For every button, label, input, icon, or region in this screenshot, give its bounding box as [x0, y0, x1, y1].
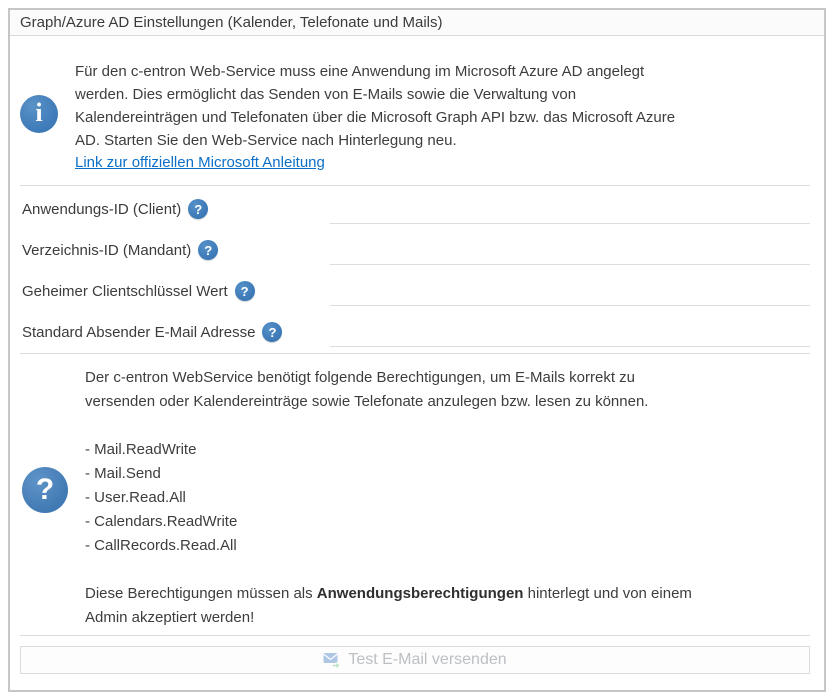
permissions-intro-line: Der c-entron WebService benötigt folgend… — [85, 366, 692, 390]
field-row: Verzeichnis-ID (Mandant) ? — [20, 234, 812, 275]
azure-settings-panel: Graph/Azure AD Einstellungen (Kalender, … — [8, 8, 826, 692]
field-label: Geheimer Clientschlüssel Wert — [22, 283, 228, 300]
field-label: Verzeichnis-ID (Mandant) — [22, 242, 191, 259]
info-icon: i — [20, 95, 58, 133]
field-row: Anwendungs-ID (Client) ? — [20, 193, 812, 234]
test-email-button[interactable]: Test E-Mail versenden — [20, 646, 810, 674]
help-icon[interactable]: ? — [235, 281, 255, 301]
panel-title: Graph/Azure AD Einstellungen (Kalender, … — [20, 14, 442, 31]
field-input[interactable] — [330, 243, 810, 265]
panel-header: Graph/Azure AD Einstellungen (Kalender, … — [10, 10, 824, 36]
question-icon: ? — [22, 467, 68, 513]
info-text-line: werden. Dies ermöglicht das Senden von E… — [75, 83, 675, 106]
form-fields: Anwendungs-ID (Client) ? Verzeichnis-ID … — [20, 193, 812, 357]
info-text-line: Kalendereinträgen und Telefonaten über d… — [75, 106, 675, 129]
field-label-group: Verzeichnis-ID (Mandant) ? — [22, 240, 218, 260]
note-text: hinterlegt und von einem — [523, 585, 691, 602]
permission-item: - Calendars.ReadWrite — [85, 510, 692, 534]
help-icon[interactable]: ? — [262, 322, 282, 342]
note-text: Diese Berechtigungen müssen als — [85, 585, 317, 602]
permissions-intro-line: versenden oder Kalendereinträge sowie Te… — [85, 390, 692, 414]
permission-item: - User.Read.All — [85, 486, 692, 510]
permission-item: - Mail.ReadWrite — [85, 438, 692, 462]
permissions-block: Der c-entron WebService benötigt folgend… — [85, 366, 692, 630]
field-row: Geheimer Clientschlüssel Wert ? — [20, 275, 812, 316]
help-icon[interactable]: ? — [188, 199, 208, 219]
field-input[interactable] — [330, 325, 810, 347]
microsoft-guide-link[interactable]: Link zur offiziellen Microsoft Anleitung — [75, 154, 325, 171]
info-text-line: AD. Starten Sie den Web-Service nach Hin… — [75, 129, 675, 152]
help-icon[interactable]: ? — [198, 240, 218, 260]
field-label: Standard Absender E-Mail Adresse — [22, 324, 255, 341]
field-label: Anwendungs-ID (Client) — [22, 201, 181, 218]
permissions-note: Diese Berechtigungen müssen als Anwendun… — [85, 582, 692, 606]
permissions-intro: Der c-entron WebService benötigt folgend… — [85, 366, 692, 414]
send-email-icon — [323, 652, 341, 668]
separator — [20, 353, 810, 354]
field-input[interactable] — [330, 284, 810, 306]
field-input[interactable] — [330, 202, 810, 224]
permissions-list: - Mail.ReadWrite- Mail.Send- User.Read.A… — [85, 438, 692, 558]
info-description: Für den c-entron Web-Service muss eine A… — [75, 60, 675, 152]
spacer — [85, 558, 692, 582]
field-row: Standard Absender E-Mail Adresse ? — [20, 316, 812, 357]
note-bold-text: Anwendungsberechtigungen — [317, 585, 524, 602]
field-label-group: Geheimer Clientschlüssel Wert ? — [22, 281, 255, 301]
permission-item: - Mail.Send — [85, 462, 692, 486]
field-label-group: Anwendungs-ID (Client) ? — [22, 199, 208, 219]
test-email-button-label: Test E-Mail versenden — [348, 651, 506, 669]
separator — [20, 185, 810, 186]
info-text-line: Für den c-entron Web-Service muss eine A… — [75, 60, 675, 83]
spacer — [85, 414, 692, 438]
permissions-note-line2: Admin akzeptiert werden! — [85, 606, 692, 630]
separator — [20, 635, 810, 636]
permission-item: - CallRecords.Read.All — [85, 534, 692, 558]
field-label-group: Standard Absender E-Mail Adresse ? — [22, 322, 282, 342]
